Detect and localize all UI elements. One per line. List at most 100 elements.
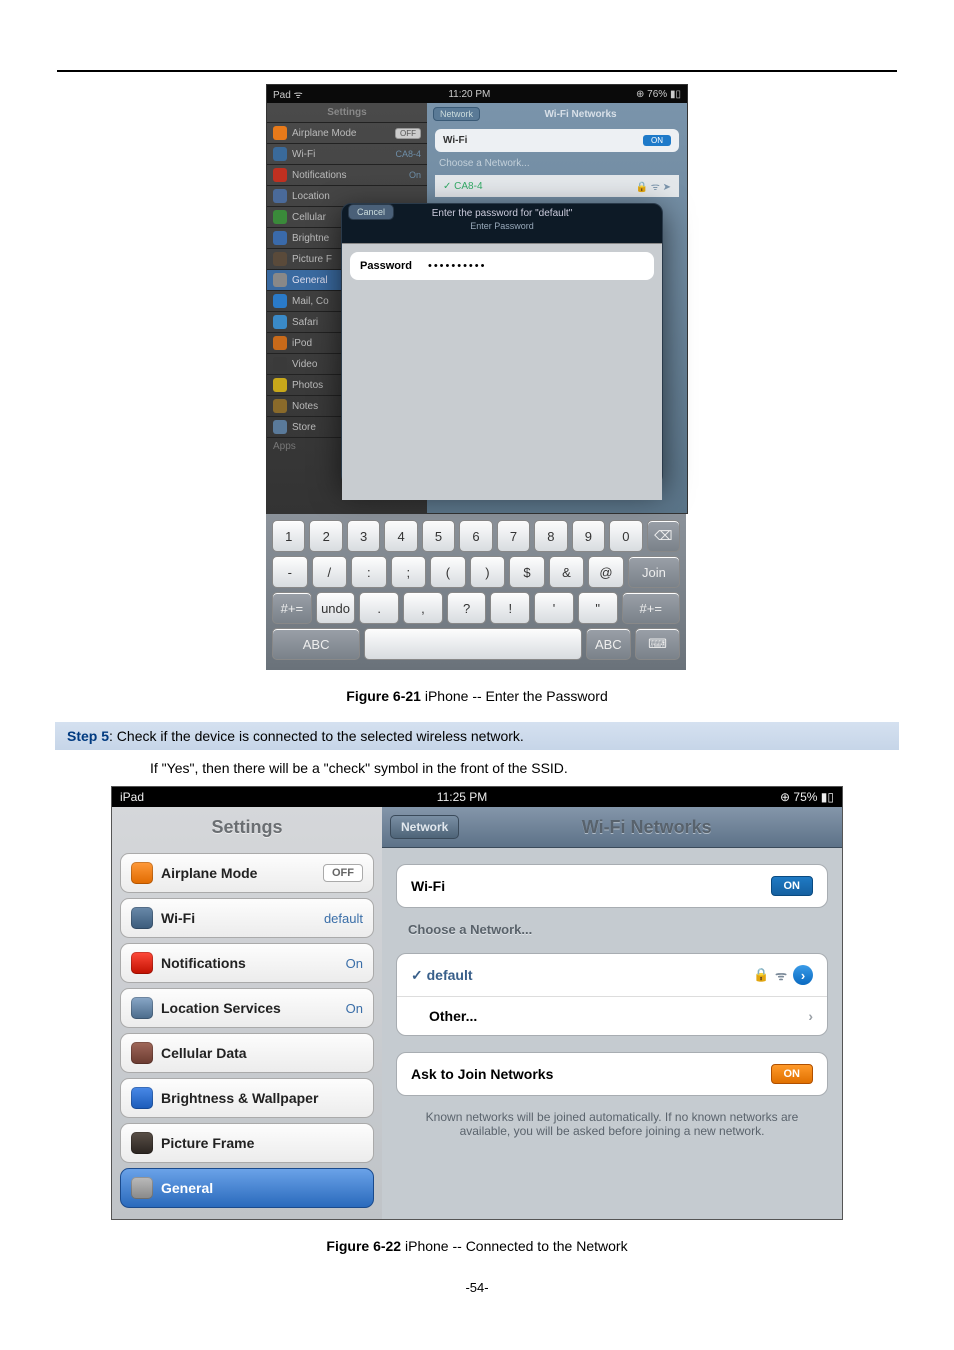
row-notifications[interactable]: NotificationsOn xyxy=(120,943,374,983)
network-ca8-4[interactable]: ✓ CA8-4🔒 ᯤ ➤ xyxy=(435,175,679,197)
password-label: Password xyxy=(360,260,412,272)
row-wifi[interactable]: Wi-FiCA8-4 xyxy=(267,143,427,164)
key-colon[interactable]: : xyxy=(351,556,387,588)
lock-icon: 🔒 xyxy=(753,967,769,983)
wifi-icon xyxy=(273,147,287,161)
key-excl[interactable]: ! xyxy=(490,592,530,624)
row-airplane[interactable]: Airplane ModeOFF xyxy=(267,122,427,143)
wifi-icon xyxy=(131,907,153,929)
key-dash[interactable]: - xyxy=(272,556,308,588)
password-row[interactable]: Password •••••••••• xyxy=(350,252,654,280)
figure-6-21-caption: Figure 6-21 iPhone -- Enter the Password xyxy=(0,688,954,704)
header-rule xyxy=(57,70,897,72)
choose-network-label: Choose a Network... xyxy=(408,922,842,937)
status-battery: ⊕ 75% ▮▯ xyxy=(780,790,834,804)
key-rparen[interactable]: ) xyxy=(470,556,506,588)
photos-icon xyxy=(273,378,287,392)
key-lparen[interactable]: ( xyxy=(430,556,466,588)
key-7[interactable]: 7 xyxy=(497,520,530,552)
wifi-on-switch[interactable]: ON xyxy=(771,876,814,896)
key-1[interactable]: 1 xyxy=(272,520,305,552)
key-question[interactable]: ? xyxy=(447,592,487,624)
settings-title-2: Settings xyxy=(112,807,382,848)
ipad-screenshot-1: Pad ᯤ 11:20 PM ⊕ 76% ▮▯ Settings Airplan… xyxy=(266,84,688,514)
row-picture[interactable]: Picture Frame xyxy=(120,1123,374,1163)
key-amp[interactable]: & xyxy=(549,556,585,588)
key-at[interactable]: @ xyxy=(588,556,624,588)
key-join[interactable]: Join xyxy=(628,556,680,588)
onscreen-keyboard[interactable]: 1 2 3 4 5 6 7 8 9 0 ⌫ - / : ; ( xyxy=(266,514,686,670)
key-8[interactable]: 8 xyxy=(534,520,567,552)
step-5-heading: Step 5: Check if the device is connected… xyxy=(55,722,899,750)
password-modal: Cancel Enter the password for "default" … xyxy=(341,203,663,485)
wifi-toggle-row[interactable]: Wi-FiON xyxy=(435,129,679,152)
cellular-icon xyxy=(131,1042,153,1064)
location-icon xyxy=(273,189,287,203)
row-location[interactable]: Location ServicesOn xyxy=(120,988,374,1028)
key-2[interactable]: 2 xyxy=(309,520,342,552)
wifi-on-switch[interactable]: ON xyxy=(643,135,671,146)
figure-6-22-caption: Figure 6-22 iPhone -- Connected to the N… xyxy=(0,1238,954,1254)
modal-title: Enter Password xyxy=(342,221,662,237)
airplane-icon xyxy=(131,862,153,884)
row-airplane[interactable]: Airplane ModeOFF xyxy=(120,853,374,893)
key-undo[interactable]: undo xyxy=(316,592,356,624)
notifications-icon xyxy=(273,168,287,182)
row-general[interactable]: General xyxy=(120,1168,374,1208)
ask-join-note: Known networks will be joined automatica… xyxy=(382,1104,842,1152)
status-left: iPad xyxy=(120,790,144,804)
back-button[interactable]: Network xyxy=(390,815,459,839)
key-sym2[interactable]: #+= xyxy=(622,592,681,624)
key-period[interactable]: . xyxy=(359,592,399,624)
status-left: Pad ᯤ xyxy=(273,87,303,101)
figure-6-21: Pad ᯤ 11:20 PM ⊕ 76% ▮▯ Settings Airplan… xyxy=(0,84,954,670)
key-sym[interactable]: #+= xyxy=(272,592,312,624)
airplane-icon xyxy=(273,126,287,140)
settings-detail-2: Network Wi-Fi Networks Wi-FiON Choose a … xyxy=(382,807,842,1219)
ipod-icon xyxy=(273,336,287,350)
row-cellular[interactable]: Cellular Data xyxy=(120,1033,374,1073)
cancel-button[interactable]: Cancel xyxy=(348,204,394,220)
key-dollar[interactable]: $ xyxy=(509,556,545,588)
key-slash[interactable]: / xyxy=(312,556,348,588)
key-5[interactable]: 5 xyxy=(422,520,455,552)
row-brightness[interactable]: Brightness & Wallpaper xyxy=(120,1078,374,1118)
back-button[interactable]: Network xyxy=(433,107,480,121)
settings-title: Settings xyxy=(267,103,427,122)
key-0[interactable]: 0 xyxy=(609,520,642,552)
key-quote[interactable]: " xyxy=(578,592,618,624)
disclosure-icon[interactable]: › xyxy=(793,965,813,985)
wifi-toggle-card: Wi-FiON xyxy=(396,864,828,908)
notifications-icon xyxy=(131,952,153,974)
status-time: 11:25 PM xyxy=(437,790,487,804)
key-backspace[interactable]: ⌫ xyxy=(647,520,680,552)
airplane-off-switch[interactable]: OFF xyxy=(323,864,363,882)
ask-join-switch[interactable]: ON xyxy=(771,1064,814,1084)
key-hide-kb[interactable]: ⌨ xyxy=(635,628,680,660)
key-semi[interactable]: ; xyxy=(391,556,427,588)
row-notifications[interactable]: NotificationsOn xyxy=(267,164,427,185)
general-icon xyxy=(273,273,287,287)
key-apos[interactable]: ' xyxy=(534,592,574,624)
key-6[interactable]: 6 xyxy=(459,520,492,552)
ipad-screenshot-2: iPad 11:25 PM ⊕ 75% ▮▯ Settings Airplane… xyxy=(111,786,843,1220)
key-abc-left[interactable]: ABC xyxy=(272,628,360,660)
wifi-signal-icon: ᯤ xyxy=(775,966,787,984)
password-input[interactable]: •••••••••• xyxy=(428,260,487,272)
status-time: 11:20 PM xyxy=(448,89,490,100)
airplane-off-switch[interactable]: OFF xyxy=(395,128,421,139)
key-comma[interactable]: , xyxy=(403,592,443,624)
key-space[interactable] xyxy=(364,628,582,660)
choose-network-label: Choose a Network... xyxy=(439,158,675,169)
network-default[interactable]: ✓ default🔒ᯤ› xyxy=(397,954,827,996)
detail-title: Wi-Fi Networks xyxy=(480,109,681,120)
network-other[interactable]: Other...› xyxy=(397,996,827,1035)
ask-join-row[interactable]: Ask to Join NetworksON xyxy=(397,1053,827,1095)
key-4[interactable]: 4 xyxy=(384,520,417,552)
key-3[interactable]: 3 xyxy=(347,520,380,552)
key-abc-right[interactable]: ABC xyxy=(586,628,631,660)
wifi-toggle-row[interactable]: Wi-FiON xyxy=(397,865,827,907)
key-9[interactable]: 9 xyxy=(572,520,605,552)
networks-card: ✓ default🔒ᯤ› Other...› xyxy=(396,953,828,1036)
row-wifi[interactable]: Wi-Fidefault xyxy=(120,898,374,938)
